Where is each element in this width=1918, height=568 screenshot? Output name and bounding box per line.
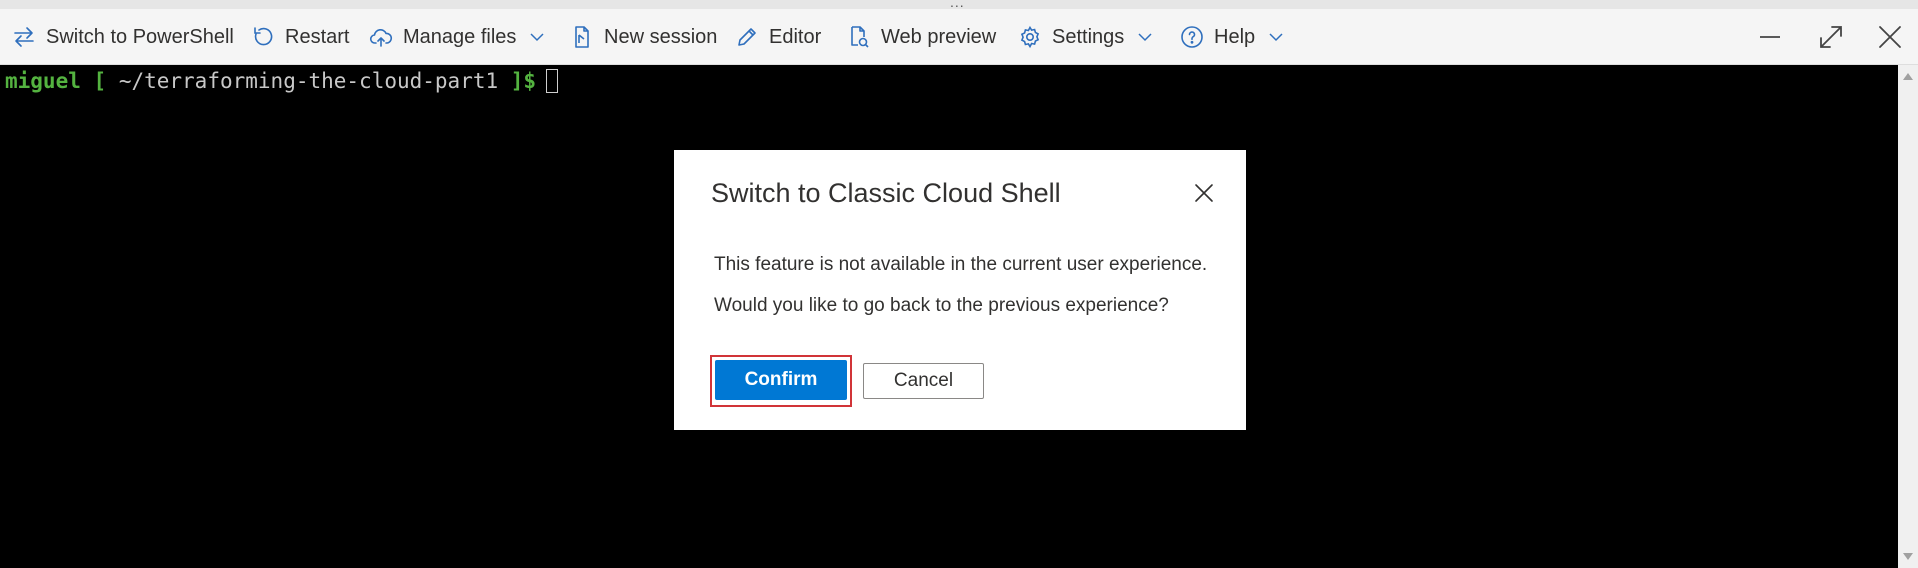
terminal-scrollbar[interactable] [1898, 65, 1918, 568]
restart-label: Restart [285, 25, 350, 48]
new-session-label: New session [604, 25, 718, 48]
web-preview-label: Web preview [881, 25, 997, 48]
maximize-icon [1820, 26, 1842, 48]
settings-button[interactable]: Settings [1018, 9, 1154, 65]
settings-label: Settings [1052, 25, 1125, 48]
prompt-path: ~/terraforming-the-cloud-part1 [118, 69, 499, 93]
web-preview-icon [847, 25, 871, 49]
switch-to-powershell-button[interactable]: Switch to PowerShell [12, 9, 234, 65]
switch-arrows-icon [12, 25, 36, 49]
web-preview-button[interactable]: Web preview [847, 9, 996, 65]
cloud-shell-toolbar: Switch to PowerShell Restart Manage file… [0, 9, 1918, 65]
new-session-button[interactable]: New session [570, 9, 717, 65]
manage-files-button[interactable]: Manage files [369, 9, 546, 65]
maximize-button[interactable] [1811, 9, 1851, 65]
pencil-icon [735, 25, 759, 49]
close-icon [1879, 26, 1901, 48]
manage-files-chevron-down-icon [528, 28, 546, 46]
gear-icon [1018, 25, 1042, 49]
restart-button[interactable]: Restart [251, 9, 349, 65]
switch-classic-dialog: Switch to Classic Cloud Shell This featu… [674, 150, 1246, 430]
switch-to-powershell-label: Switch to PowerShell [46, 25, 234, 48]
dialog-title: Switch to Classic Cloud Shell [711, 178, 1061, 208]
scroll-down-arrow-icon[interactable] [1903, 553, 1913, 560]
help-label: Help [1214, 25, 1256, 48]
terminal-cursor [546, 69, 559, 93]
close-window-button[interactable] [1870, 9, 1910, 65]
minimize-button[interactable] [1750, 9, 1790, 65]
minimize-icon [1760, 36, 1780, 38]
restart-icon [251, 25, 275, 49]
prompt-open-bracket: [ [93, 69, 107, 93]
cloud-upload-icon [369, 25, 393, 49]
prompt-close-bracket: ]$ [510, 69, 537, 93]
dialog-message-line1: This feature is not available in the cur… [714, 254, 1208, 275]
editor-label: Editor [769, 25, 822, 48]
help-circle-icon [1180, 25, 1204, 49]
prompt-line: miguel [ ~/terraforming-the-cloud-part1 … [5, 69, 559, 93]
cancel-button[interactable]: Cancel [863, 363, 984, 399]
help-chevron-down-icon [1267, 28, 1285, 46]
confirm-button[interactable]: Confirm [715, 360, 847, 400]
prompt-user: miguel [5, 69, 81, 93]
manage-files-label: Manage files [403, 25, 517, 48]
settings-chevron-down-icon [1136, 28, 1154, 46]
editor-button[interactable]: Editor [735, 9, 821, 65]
dialog-message-line2: Would you like to go back to the previou… [714, 295, 1169, 316]
close-icon [1195, 184, 1213, 202]
new-session-icon [570, 25, 594, 49]
window-top-strip: ... [0, 0, 1918, 10]
scroll-up-arrow-icon[interactable] [1903, 73, 1913, 80]
help-button[interactable]: Help [1180, 9, 1285, 65]
dialog-close-button[interactable] [1187, 176, 1221, 210]
